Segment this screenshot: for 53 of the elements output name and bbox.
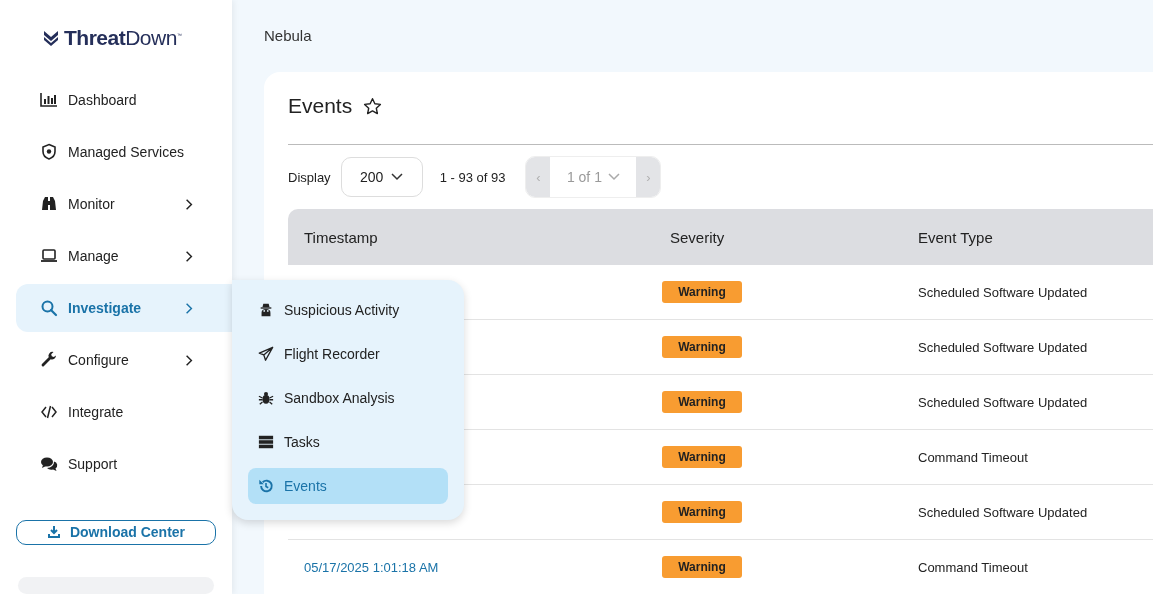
submenu-item[interactable]: Suspicious Activity <box>248 292 448 328</box>
submenu-item[interactable]: Tasks <box>248 424 448 460</box>
table-cell: Command Timeout <box>918 450 1028 465</box>
severity-badge: Warning <box>662 281 742 303</box>
result-range: 1 - 93 of 93 <box>439 169 506 185</box>
submenu-item[interactable]: Sandbox Analysis <box>248 380 448 416</box>
nav-item[interactable]: Monitor <box>16 180 232 228</box>
table-cell: Scheduled Software Updated <box>918 395 1088 410</box>
nav-item[interactable]: Configure <box>16 336 232 384</box>
timestamp-link[interactable]: 05/17/2025 1:01:18 AM <box>304 560 439 575</box>
column-header[interactable]: Event Type <box>902 228 993 246</box>
paper-plane-icon <box>258 346 274 362</box>
code-icon <box>40 403 58 421</box>
download-icon <box>46 525 61 540</box>
logo[interactable]: ThreatDown$^{™}$ <box>64 26 182 50</box>
download-center-button[interactable]: Download Center <box>16 520 216 545</box>
column-header[interactable]: Timestamp <box>288 228 378 246</box>
severity-badge: Warning <box>662 391 742 413</box>
star-icon[interactable] <box>363 96 383 116</box>
submenu-item[interactable]: Flight Recorder <box>248 336 448 372</box>
severity-badge: Warning <box>662 501 742 523</box>
bar-chart-icon <box>40 91 58 109</box>
nav-item[interactable]: Manage <box>16 232 232 280</box>
shield-icon <box>40 143 58 161</box>
server-icon <box>258 434 274 450</box>
laptop-icon <box>40 247 58 265</box>
table-cell: Scheduled Software Updated <box>918 285 1088 300</box>
submenu-item[interactable]: Events <box>248 468 448 504</box>
column-header[interactable]: Severity <box>654 228 725 246</box>
logo-chevron-icon <box>43 30 59 46</box>
severity-badge: Warning <box>662 446 742 468</box>
page-title: Events <box>288 94 353 118</box>
chat-icon <box>40 455 58 473</box>
binoculars-icon <box>40 195 58 213</box>
severity-badge: Warning <box>662 556 742 578</box>
chevron-down-icon <box>391 173 404 181</box>
wrench-icon <box>40 351 58 369</box>
severity-badge: Warning <box>662 336 742 358</box>
search-icon <box>40 299 58 317</box>
spy-icon <box>258 302 274 318</box>
page-size-dropdown[interactable]: 200 <box>340 157 423 197</box>
nav-item[interactable]: Support <box>16 440 232 488</box>
table-cell: Scheduled Software Updated <box>918 340 1088 355</box>
breadcrumb[interactable]: Nebula <box>264 0 312 72</box>
table-cell: Command Timeout <box>918 560 1028 575</box>
nav-item[interactable]: Investigate <box>16 284 232 332</box>
table-cell: Scheduled Software Updated <box>918 505 1088 520</box>
history-icon <box>258 478 274 494</box>
bug-icon <box>258 390 274 406</box>
nav-item[interactable]: Managed Services <box>16 128 232 176</box>
nav-item[interactable]: Integrate <box>16 388 232 436</box>
display-label: Display <box>288 169 331 185</box>
nav-item[interactable]: Dashboard <box>16 76 232 124</box>
